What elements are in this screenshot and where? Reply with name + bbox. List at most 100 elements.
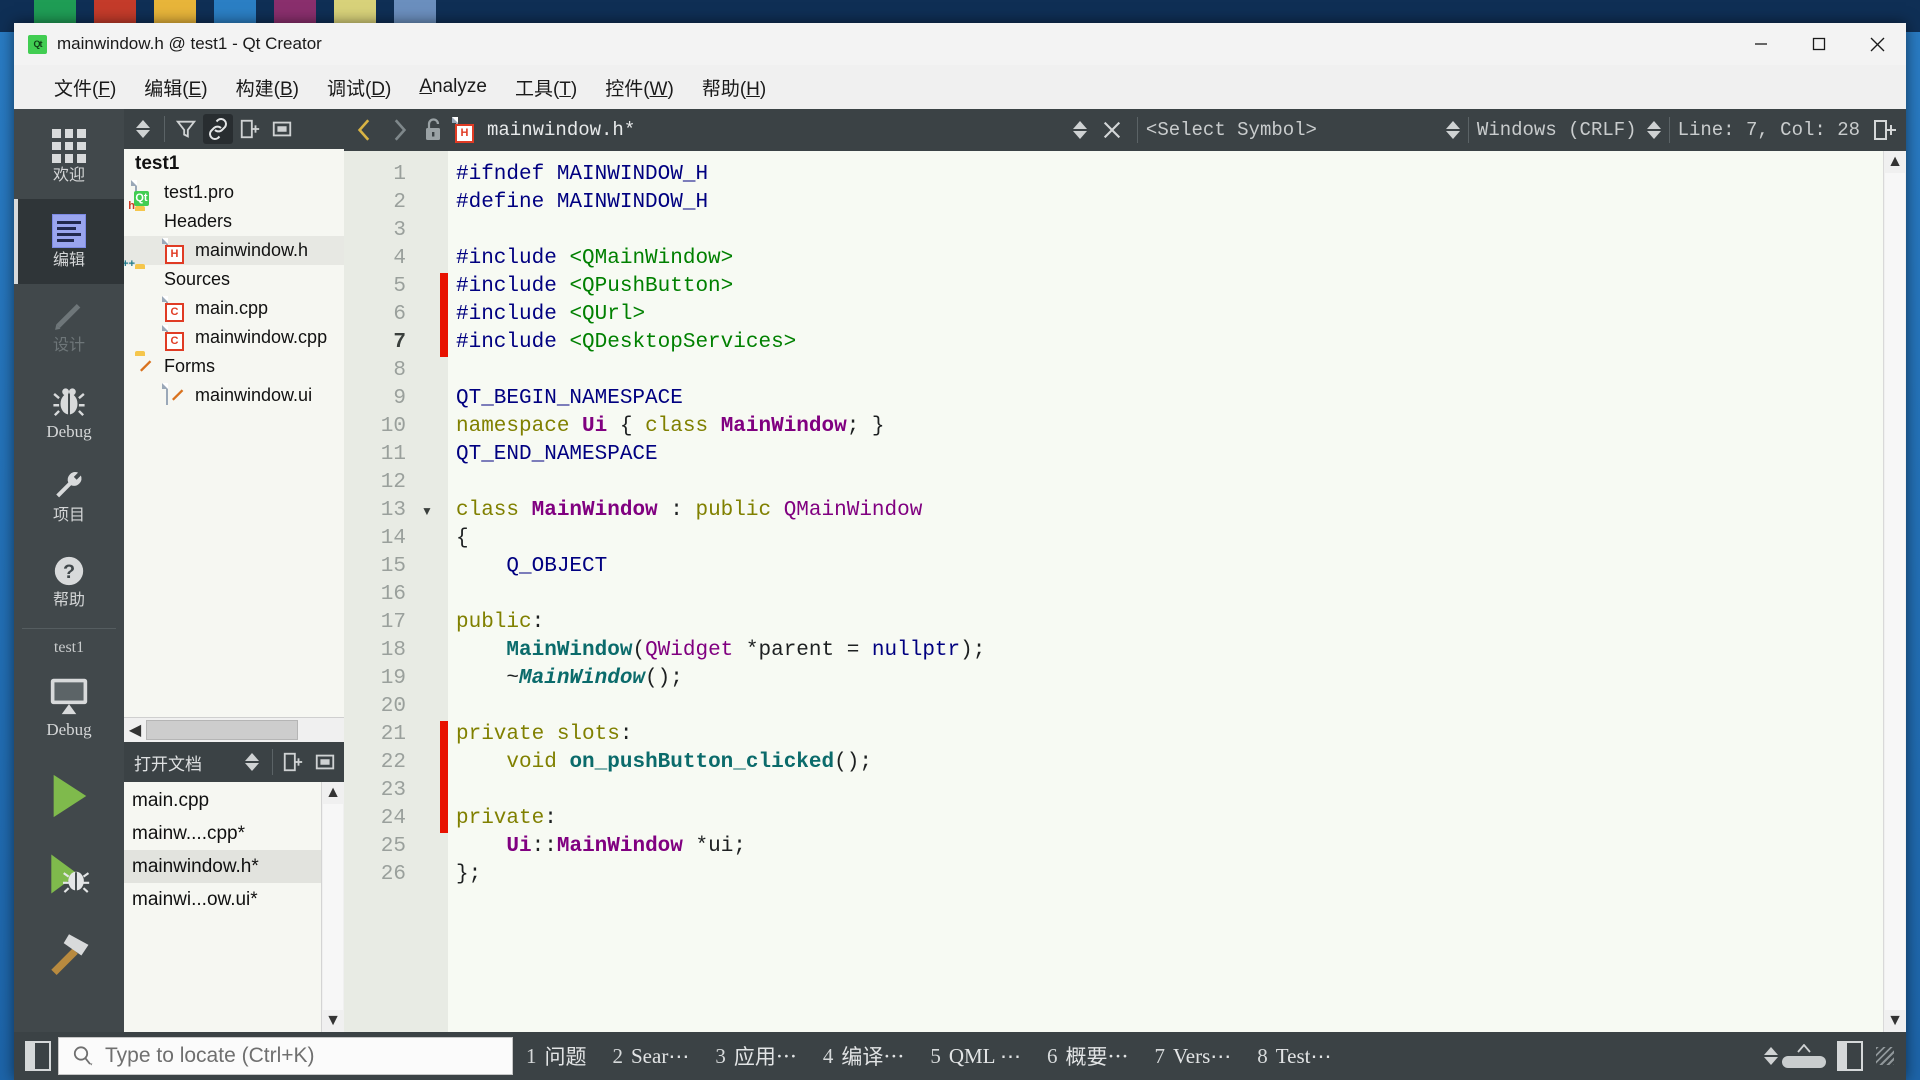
mode-edit[interactable]: 编辑 — [14, 199, 124, 284]
scroll-down-icon[interactable]: ▼ — [322, 1010, 344, 1032]
maximize-button[interactable] — [1790, 23, 1848, 65]
resize-grip[interactable] — [1876, 1047, 1894, 1065]
line-ending-arrows[interactable] — [1646, 121, 1661, 139]
tree-item-mainwindow-h[interactable]: H mainwindow.h — [124, 236, 344, 265]
cursor-position-indicator[interactable]: Line: 7, Col: 28 — [1678, 119, 1860, 141]
menu-build[interactable]: 构建(B) — [222, 70, 313, 105]
output-pane-version-control[interactable]: 7 Vers⋯ — [1141, 1044, 1244, 1069]
run-button[interactable] — [14, 757, 124, 835]
list-item[interactable]: mainwindow.h* — [124, 850, 321, 883]
navigate-forward-button[interactable] — [382, 113, 416, 147]
current-file-chip[interactable]: H mainwindow.h* — [450, 117, 641, 143]
fold-marker — [414, 357, 440, 385]
header-file-icon: H — [165, 237, 188, 264]
split-editor-button[interactable] — [1868, 113, 1902, 147]
list-item[interactable]: main.cpp — [124, 784, 321, 817]
line-number: 15 — [380, 555, 406, 578]
menu-tools-label: 工具(T) — [514, 78, 578, 100]
code-text-area[interactable]: #ifndef MAINWINDOW_H #define MAINWINDOW_… — [448, 151, 1883, 1032]
menu-file[interactable]: 文件(F) — [40, 70, 130, 105]
menu-edit[interactable]: 编辑(E) — [130, 70, 221, 105]
mode-projects[interactable]: 项目 — [14, 454, 124, 539]
source-code[interactable]: #ifndef MAINWINDOW_H #define MAINWINDOW_… — [456, 161, 1883, 889]
tree-item-headers-folder[interactable]: h Headers — [124, 200, 344, 236]
scroll-up-icon[interactable]: ▲ — [322, 782, 344, 804]
tree-item-project-root[interactable]: test1 — [124, 149, 344, 178]
filter-icon[interactable] — [171, 114, 201, 144]
change-marker — [440, 693, 448, 721]
list-item[interactable]: mainwi...ow.ui* — [124, 883, 321, 916]
link-with-editor-button[interactable] — [203, 114, 233, 144]
list-item[interactable]: mainw....cpp* — [124, 817, 321, 850]
tree-item-sources-folder[interactable]: C++ Sources — [124, 258, 344, 294]
fold-column[interactable]: ▼ — [414, 151, 440, 1032]
output-pane-search[interactable]: 2 Sear⋯ — [600, 1044, 703, 1069]
editor-vscrollbar[interactable]: ▲ ▼ — [1883, 151, 1906, 1032]
mode-debug[interactable]: Debug — [14, 369, 124, 454]
output-pane-application[interactable]: 3 应用⋯ — [702, 1041, 810, 1071]
mode-welcome-label: 欢迎 — [52, 167, 85, 184]
vscroll-track[interactable] — [1885, 173, 1905, 1010]
output-pane-number: 8 — [1257, 1043, 1268, 1068]
editor-viewport[interactable]: 1 2 3 4 5 6 7 8 9 10 11 12 13 14 15 16 17 18 19 20 21 22 23 24 2… — [344, 151, 1906, 1032]
fold-marker[interactable]: ▼ — [414, 497, 440, 525]
tree-item-pro-file[interactable]: Qt test1.pro — [124, 178, 344, 207]
scroll-up-icon[interactable]: ▲ — [1884, 151, 1906, 173]
menu-tools[interactable]: 工具(T) — [501, 70, 591, 105]
scroll-down-icon[interactable]: ▼ — [1884, 1010, 1906, 1032]
locator-input[interactable]: Type to locate (Ctrl+K) — [58, 1037, 513, 1075]
minimize-button[interactable] — [1732, 23, 1790, 65]
tree-item-main-cpp[interactable]: C main.cpp — [124, 294, 344, 323]
project-tree[interactable]: test1 Qt test1.pro h Headers H mainwindo… — [124, 149, 344, 717]
tree-item-forms-folder[interactable]: Forms — [124, 352, 344, 381]
project-tree-hscrollbar[interactable]: ◀ — [124, 717, 344, 742]
add-split-button[interactable] — [278, 747, 308, 777]
build-button[interactable] — [14, 913, 124, 991]
output-pane-compile[interactable]: 4 编译⋯ — [810, 1041, 918, 1071]
file-selector-dropdown[interactable] — [1072, 121, 1087, 139]
mode-help[interactable]: ? 帮助 — [14, 539, 124, 624]
mode-debug-label: Debug — [46, 421, 92, 441]
sync-selection-button[interactable] — [128, 114, 158, 144]
tree-item-mainwindow-cpp[interactable]: C mainwindow.cpp — [124, 323, 344, 352]
output-pane-qml[interactable]: 5 QML ⋯ — [917, 1044, 1034, 1069]
tree-item-label: Sources — [164, 269, 231, 289]
vscroll-track[interactable] — [323, 804, 343, 1010]
symbol-selector-arrows[interactable] — [1445, 121, 1460, 139]
open-documents-list[interactable]: main.cpp mainw....cpp* mainwindow.h* mai… — [124, 782, 321, 1032]
scroll-left-icon[interactable]: ◀ — [124, 719, 146, 741]
output-pane-issues[interactable]: 1 问题 — [513, 1041, 600, 1071]
hscroll-thumb[interactable] — [146, 720, 298, 740]
mode-design[interactable]: 设计 — [14, 284, 124, 369]
open-documents-sort-button[interactable] — [237, 747, 267, 777]
output-pane-selector-arrows[interactable] — [1764, 1047, 1778, 1065]
close-button[interactable] — [1848, 23, 1906, 65]
kit-selector[interactable]: Debug — [14, 657, 124, 757]
start-debugging-button[interactable] — [14, 835, 124, 913]
menu-debug[interactable]: 调试(D) — [313, 70, 405, 105]
change-marker — [440, 441, 448, 469]
menu-analyze[interactable]: Analyze — [405, 72, 501, 102]
close-panel-button[interactable] — [267, 114, 297, 144]
menu-window[interactable]: 控件(W) — [591, 70, 688, 105]
add-split-button[interactable] — [235, 114, 265, 144]
menu-help[interactable]: 帮助(H) — [688, 70, 780, 105]
change-marker — [440, 413, 448, 441]
line-ending-selector[interactable]: Windows (CRLF) — [1477, 119, 1637, 141]
lock-icon[interactable] — [416, 113, 450, 147]
mode-welcome[interactable]: 欢迎 — [14, 114, 124, 199]
open-documents-vscrollbar[interactable]: ▲ ▼ — [321, 782, 344, 1032]
pencil-icon — [172, 388, 184, 401]
close-panel-button[interactable] — [310, 747, 340, 777]
toggle-left-sidebar-button[interactable] — [18, 1036, 58, 1076]
tree-item-mainwindow-ui[interactable]: mainwindow.ui — [124, 381, 344, 410]
status-bar: Type to locate (Ctrl+K) 1 问题 2 Sear⋯ 3 应… — [14, 1032, 1906, 1080]
navigate-back-button[interactable] — [348, 113, 382, 147]
search-icon — [73, 1046, 93, 1066]
change-marker — [440, 861, 448, 889]
symbol-selector[interactable]: <Select Symbol> — [1146, 119, 1446, 141]
output-pane-outline[interactable]: 6 概要⋯ — [1034, 1041, 1142, 1071]
toggle-right-sidebar-button[interactable] — [1830, 1036, 1870, 1076]
close-document-button[interactable] — [1095, 113, 1129, 147]
output-pane-test-results[interactable]: 8 Test⋯ — [1244, 1044, 1344, 1069]
